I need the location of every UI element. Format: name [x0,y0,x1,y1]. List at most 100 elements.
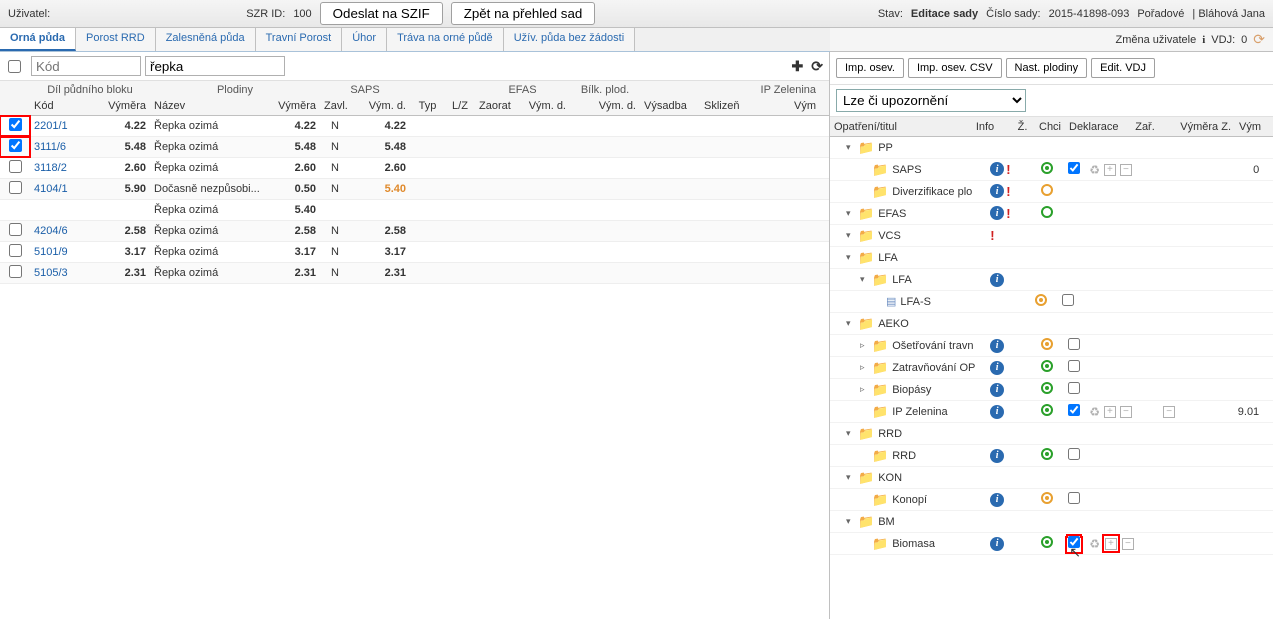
nast-plodiny-button[interactable]: Nast. plodiny [1006,58,1088,78]
row-checkbox[interactable] [9,265,22,278]
recycle-icon[interactable]: ♻ [1089,163,1100,177]
filter-select[interactable]: Lze či upozornění [836,89,1026,112]
col-saps-vymd[interactable]: Vým. d. [350,99,410,113]
tree-node[interactable]: ▹📁Biopásyi [830,379,1273,401]
minus-icon[interactable]: − [1120,406,1132,418]
chci-checkbox[interactable] [1068,492,1080,504]
tab-uhor[interactable]: Úhor [342,28,387,51]
expand-icon[interactable]: ▾ [846,516,858,527]
expand-icon[interactable]: ▾ [846,472,858,483]
refresh-icon[interactable]: ⟳ [1253,31,1265,48]
chci-checkbox[interactable] [1068,382,1080,394]
tree-node[interactable]: ▾📁LFAi [830,269,1273,291]
col-kod[interactable]: Kód [30,99,90,113]
send-szif-button[interactable]: Odeslat na SZIF [320,2,443,25]
tab-trava-orna[interactable]: Tráva na orné půdě [387,28,504,51]
table-row[interactable]: 3111/65.48Řepka ozimá5.48N5.48 [0,137,829,158]
info-icon[interactable]: i [990,273,1004,287]
tab-porost-rrd[interactable]: Porost RRD [76,28,156,51]
chci-checkbox[interactable] [1068,448,1080,460]
th-zar[interactable]: Zař. [1125,119,1165,135]
tree-node[interactable]: 📁IP Zeleninai♻+−−9.01 [830,401,1273,423]
table-row[interactable]: 4204/62.58Řepka ozimá2.58N2.58 [0,221,829,242]
tree-node[interactable]: 📁Biomasai↖♻+− [830,533,1273,555]
th-chci[interactable]: Chci [1035,119,1065,135]
back-overview-button[interactable]: Zpět na přehled sad [451,2,596,25]
tab-uziv-puda[interactable]: Užív. půda bez žádosti [504,28,635,51]
tab-zalesnena[interactable]: Zalesněná půda [156,28,256,51]
table-row[interactable]: 5105/32.31Řepka ozimá2.31N2.31 [0,263,829,284]
row-checkbox[interactable] [9,118,22,131]
cell-kod[interactable]: 5105/3 [30,265,90,281]
info-icon[interactable]: i [990,162,1004,176]
plodina-filter-input[interactable] [145,56,285,76]
col-zavl[interactable]: Zavl. [320,99,350,113]
expand-icon[interactable]: ▾ [846,318,858,329]
th-vymera-z[interactable]: Výměra Z. [1165,119,1235,135]
select-all-checkbox[interactable] [8,60,21,73]
tree-node[interactable]: ▹📁Ošetřování travni [830,335,1273,357]
tree-node[interactable]: ▹📁Zatravňování OPi [830,357,1273,379]
expand-icon[interactable]: ▾ [846,230,858,241]
table-row[interactable]: 4104/15.90Dočasně nezpůsobi...0.50N5.40 [0,179,829,200]
tree-node[interactable]: ▾📁AEKO [830,313,1273,335]
tree-node[interactable]: ▾📁VCS! [830,225,1273,247]
col-ipz-vym[interactable]: Vým [750,99,820,113]
cell-kod[interactable]: 4104/1 [30,181,90,197]
col-lz[interactable]: L/Z [445,99,475,113]
table-row[interactable]: 5101/93.17Řepka ozimá3.17N3.17 [0,242,829,263]
tree-node[interactable]: ▤LFA-S [830,291,1273,313]
col-zaorat[interactable]: Zaorat [475,99,520,113]
col-nazev[interactable]: Název [150,99,270,113]
recycle-icon[interactable]: ♻ [1089,537,1100,551]
tree-node[interactable]: ▾📁EFASi! [830,203,1273,225]
col-efas-vymd[interactable]: Vým. d. [520,99,570,113]
table-row[interactable]: 2201/14.22Řepka ozimá4.22N4.22 [0,116,829,137]
recycle-icon[interactable]: ♻ [1089,405,1100,419]
col-vym[interactable]: Výměra [90,99,150,113]
plus-icon[interactable]: + [1104,164,1116,176]
col-vysadba[interactable]: Výsadba [640,99,700,113]
imp-osev-csv-button[interactable]: Imp. osev. CSV [908,58,1002,78]
info-icon[interactable]: i [990,405,1004,419]
chci-checkbox[interactable] [1062,294,1074,306]
tree-node[interactable]: 📁Konopíi [830,489,1273,511]
tree-node[interactable]: ▾📁KON [830,467,1273,489]
cell-kod[interactable]: 3111/6 [30,139,90,155]
row-checkbox[interactable] [9,139,22,152]
info-icon[interactable]: i [990,537,1004,551]
th-z[interactable]: Ž. [1010,119,1035,135]
tree-node[interactable]: 📁Diverzifikace ploi! [830,181,1273,203]
cell-kod[interactable]: 3118/2 [30,160,90,176]
chci-checkbox[interactable] [1068,360,1080,372]
minus-icon[interactable]: − [1122,538,1134,550]
change-user-link[interactable]: Změna uživatele [1116,34,1197,46]
expand-icon[interactable]: ▹ [860,340,872,351]
info-icon[interactable]: i [990,383,1004,397]
chci-checkbox[interactable] [1068,404,1080,416]
info-icon[interactable]: i [990,184,1004,198]
cell-kod[interactable]: 2201/1 [30,118,90,134]
info-icon[interactable]: i [990,339,1004,353]
expand-icon[interactable]: ▾ [846,428,858,439]
info-icon[interactable]: i [990,449,1004,463]
tab-travni[interactable]: Travní Porost [256,28,343,51]
col-typ[interactable]: Typ [410,99,445,113]
expand-icon[interactable]: ▹ [860,362,872,373]
tree-node[interactable]: ▾📁PP [830,137,1273,159]
info-icon[interactable]: i [990,206,1004,220]
expand-icon[interactable]: ▹ [860,384,872,395]
imp-osev-button[interactable]: Imp. osev. [836,58,904,78]
row-checkbox[interactable] [9,223,22,236]
add-icon[interactable]: ✚ [792,58,804,75]
expand-icon[interactable]: ▾ [846,208,858,219]
row-checkbox[interactable] [9,181,22,194]
col-vymp[interactable]: Výměra [270,99,320,113]
th-info[interactable]: Info [960,119,1010,135]
chci-checkbox[interactable] [1068,162,1080,174]
col-sklizen[interactable]: Sklizeň [700,99,750,113]
plus-icon[interactable]: + [1104,406,1116,418]
tree-node[interactable]: 📁RRDi [830,445,1273,467]
row-checkbox[interactable] [9,160,22,173]
th-vym[interactable]: Vým [1235,119,1265,135]
